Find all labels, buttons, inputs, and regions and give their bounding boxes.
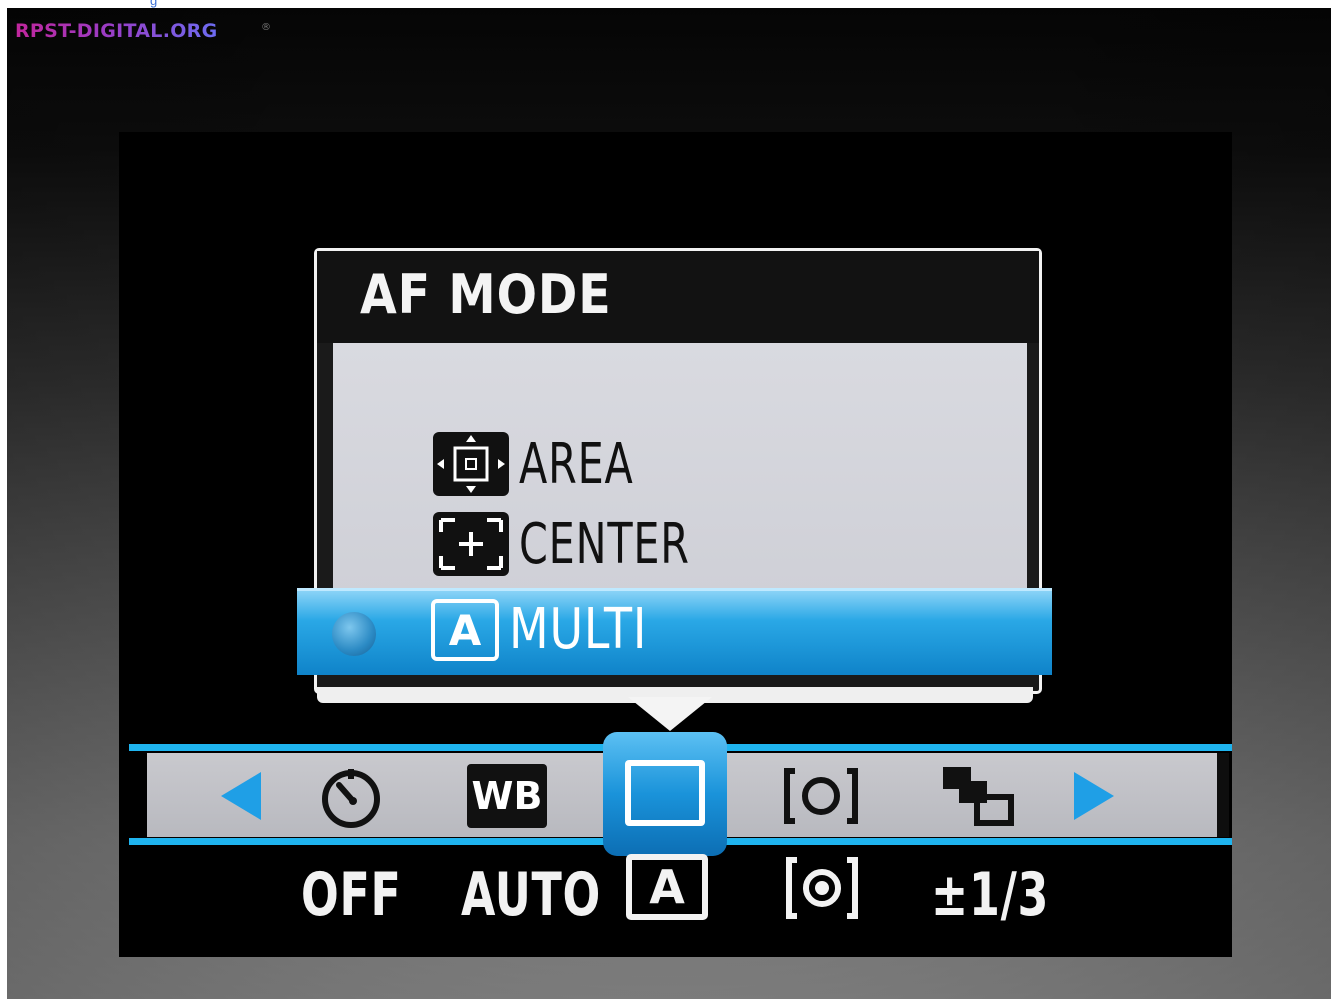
- menu-pointer: [628, 697, 712, 731]
- exposure-bracketing-icon[interactable]: [937, 762, 1021, 830]
- photo: RPST-DIGITAL.ORG ® AF MODE AREA CENTER A…: [7, 8, 1331, 999]
- top-link[interactable]: g: [150, 0, 157, 8]
- menu-item-area[interactable]: AREA: [433, 431, 659, 497]
- menu-body: AREA CENTER: [333, 343, 1027, 593]
- metering-icon: [783, 854, 861, 922]
- menu-item-label: AREA: [519, 431, 634, 497]
- menu-item-center[interactable]: CENTER: [433, 511, 727, 577]
- metering-icon[interactable]: [781, 762, 861, 830]
- af-frame-icon: [625, 760, 705, 826]
- menu-title: AF MODE: [360, 263, 612, 326]
- white-balance-icon[interactable]: WB: [467, 764, 547, 828]
- right-arrow-icon[interactable]: [1074, 772, 1114, 820]
- af-multi-icon: A: [626, 854, 708, 920]
- left-arrow-icon[interactable]: [221, 772, 261, 820]
- camera-lcd: AF MODE AREA CENTER A MULTI WB OFF AUTO …: [119, 132, 1232, 957]
- af-multi-icon: A: [431, 599, 499, 661]
- selected-indicator-icon: [332, 612, 376, 656]
- watermark-mark: ®: [261, 22, 271, 33]
- af-area-icon: [433, 432, 509, 496]
- exposure-bracketing-value: ±1/3: [931, 860, 1050, 930]
- af-center-icon: [433, 512, 509, 576]
- self-timer-icon[interactable]: [311, 762, 391, 830]
- menu-title-bar: AF MODE: [317, 251, 1039, 343]
- white-balance-value: AUTO: [461, 860, 602, 930]
- menu-item-label: CENTER: [519, 511, 690, 577]
- strip-end-cap: [1217, 753, 1229, 837]
- self-timer-value: OFF: [301, 860, 402, 930]
- menu-item-multi-selected[interactable]: A MULTI: [297, 588, 1052, 675]
- menu-item-label: MULTI: [509, 597, 648, 662]
- watermark: RPST-DIGITAL.ORG: [15, 20, 218, 42]
- af-mode-tab[interactable]: [603, 732, 727, 856]
